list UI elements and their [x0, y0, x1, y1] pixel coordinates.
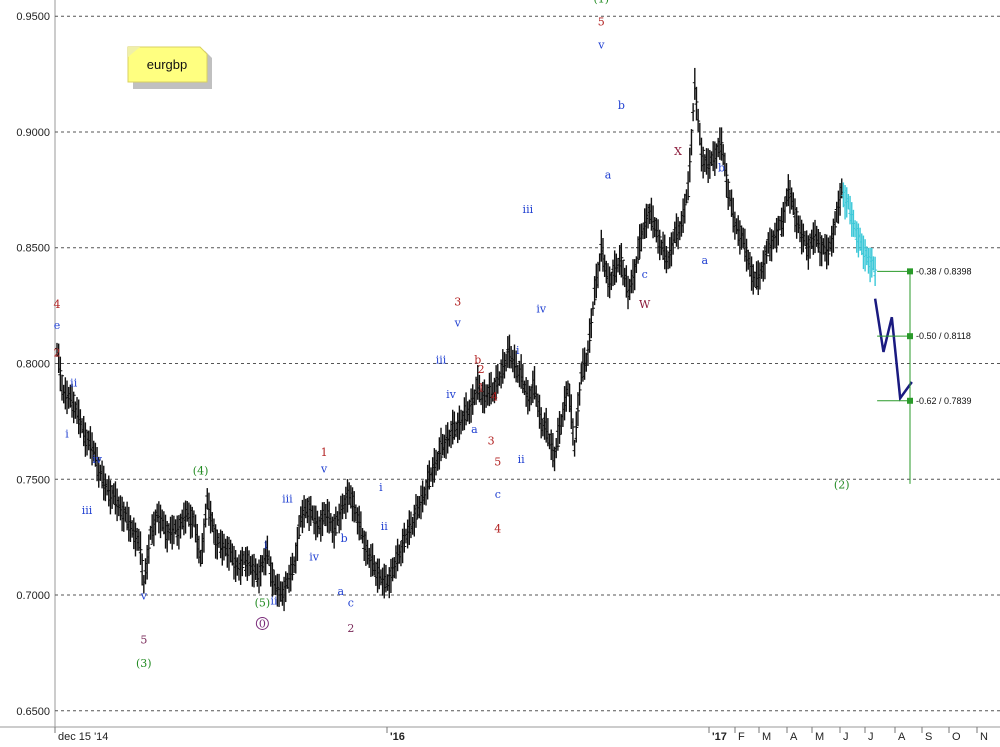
wave-label: W: [639, 298, 651, 311]
wave-label: 4: [494, 523, 501, 536]
fib-level-marker: [907, 268, 913, 275]
wave-label: iii: [523, 203, 534, 216]
wave-label: iii: [282, 492, 293, 505]
x-tick-label: A: [790, 731, 798, 743]
wave-label: 4: [491, 391, 498, 404]
y-tick-label: 0.9500: [16, 11, 50, 23]
fib-level-label: -0.38 / 0.8398: [916, 266, 972, 276]
fib-level-label: -0.62 / 0.7839: [916, 396, 972, 406]
wave-label: (2): [834, 479, 850, 492]
wave-label: 1: [478, 381, 485, 394]
wave-label: a: [702, 254, 709, 267]
wave-label: v: [320, 462, 328, 475]
x-tick-label: M: [762, 731, 771, 743]
wave-label: i: [379, 481, 383, 494]
wave-label: i: [516, 344, 520, 357]
wave-label: (4): [193, 465, 209, 478]
wave-label: X: [674, 145, 682, 158]
wave-label: c: [348, 597, 354, 610]
x-tick-label: N: [980, 731, 988, 743]
wave-label: a: [471, 423, 478, 436]
wave-label: 2: [478, 363, 485, 376]
wave-label: iv: [536, 303, 547, 316]
wave-label: 5: [494, 455, 501, 468]
wave-label: iii: [82, 504, 93, 517]
wave-label: iv: [92, 453, 103, 466]
y-tick-label: 0.7000: [16, 590, 50, 602]
wave-label: iii: [436, 354, 447, 367]
wave-label: 2: [54, 347, 61, 360]
y-tick-label: 0.9000: [16, 127, 50, 139]
wave-label: i: [264, 539, 268, 552]
wave-label: v: [597, 39, 605, 52]
wave-label: ii: [70, 377, 78, 390]
wave-label: i: [65, 428, 69, 441]
wave-label: b: [618, 99, 625, 112]
wave-label: (3): [136, 657, 152, 670]
x-tick-label: F: [738, 731, 745, 743]
wave-label: e: [54, 319, 61, 332]
wave-label: 2: [347, 622, 354, 635]
x-tick-label: '16: [390, 731, 405, 743]
eurgbp-chart: 0.9500 0.9000 0.8500 0.8000 0.7500 0.7000 0.65…: [0, 0, 1000, 747]
x-tick-label: O: [952, 731, 961, 743]
fib-level-marker: [907, 397, 913, 404]
wave-label: b: [718, 161, 725, 174]
wave-label: (1): [594, 0, 610, 5]
wave-label: iv: [309, 550, 320, 563]
wave-label: ii: [271, 594, 279, 607]
wave-label: 3: [488, 435, 495, 448]
fib-level-label: -0.50 / 0.8118: [916, 331, 971, 341]
wave-label: c: [495, 488, 501, 501]
x-tick-label: A: [898, 731, 906, 743]
wave-label: a: [605, 168, 612, 181]
wave-label: ii: [381, 520, 389, 533]
y-tick-label: 0.8000: [16, 359, 50, 371]
x-tick-label: M: [815, 731, 824, 743]
wave-label: 3: [454, 296, 461, 309]
wave-label: 0: [259, 617, 266, 630]
wave-label: 4: [54, 298, 61, 311]
x-tick-label: S: [925, 731, 932, 743]
wave-label: v: [454, 316, 462, 329]
symbol-label: eurgbp: [147, 57, 187, 72]
wave-label: v: [140, 590, 148, 603]
y-tick-label: 0.7500: [16, 474, 50, 486]
x-tick-label: J: [843, 731, 849, 743]
wave-label: 5: [140, 634, 147, 647]
y-tick-label: 0.6500: [16, 706, 50, 718]
wave-label: ii: [518, 453, 526, 466]
wave-label: 1: [321, 446, 328, 459]
wave-label: a: [338, 585, 345, 598]
fib-level-marker: [907, 333, 913, 340]
wave-label: iv: [446, 388, 457, 401]
wave-label: b: [341, 532, 348, 545]
symbol-note: eurgbp: [127, 46, 212, 89]
wave-label: (5): [255, 597, 271, 610]
wave-label: 5: [598, 15, 605, 28]
y-tick-label: 0.8500: [16, 243, 50, 255]
wave-label: c: [642, 268, 648, 281]
x-tick-label: '17: [712, 731, 727, 743]
x-tick-label: J: [868, 731, 874, 743]
x-tick-label: dec 15 '14: [58, 731, 108, 743]
